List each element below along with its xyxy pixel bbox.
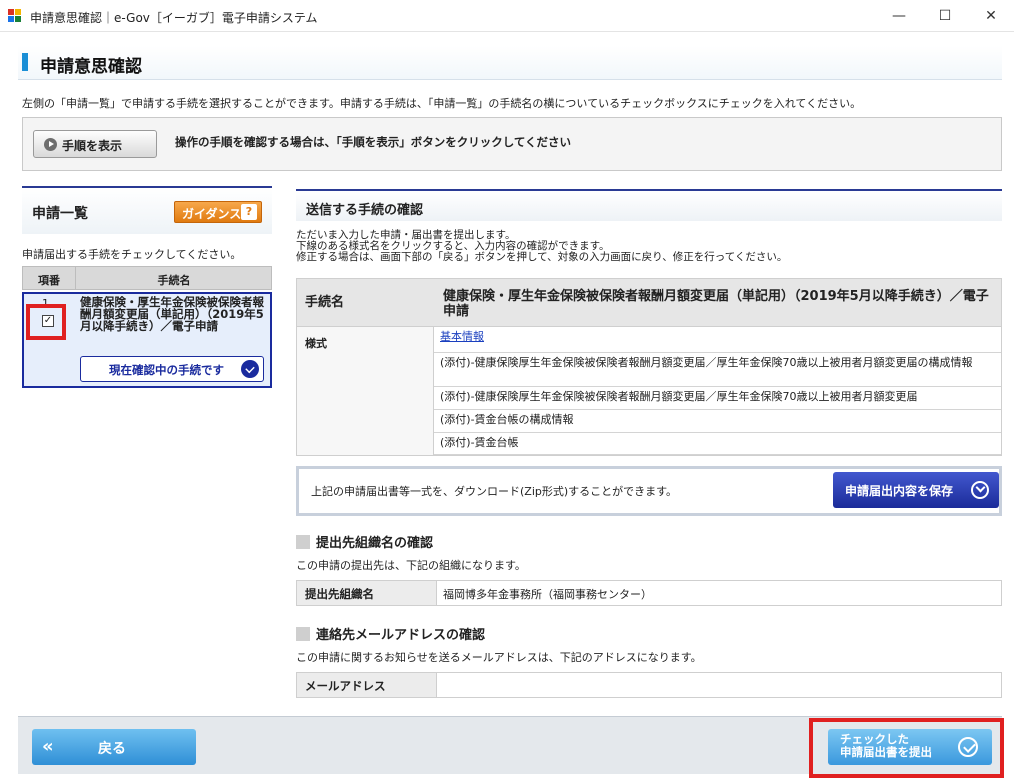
- basic-info-link[interactable]: 基本情報: [440, 330, 484, 343]
- email-heading: 連絡先メールアドレスの確認: [296, 624, 485, 643]
- form-item: 基本情報: [434, 327, 1001, 353]
- confirm-note: 修正する場合は、画面下部の「戻る」ボタンを押して、対象の入力画面に戻り、修正を行…: [296, 251, 788, 263]
- destination-heading: 提出先組織名の確認: [296, 532, 433, 551]
- save-application-button[interactable]: 申請届出内容を保存: [833, 472, 999, 508]
- heading-accent-mark: [22, 53, 28, 71]
- form-item: (添付)-賃金台帳: [434, 433, 1001, 455]
- confirm-section-title: 送信する手続の確認: [306, 203, 424, 218]
- form-item: (添付)-健康保険厚生年金保険被保険者報酬月額変更届／厚生年金保険70歳以上被用…: [434, 387, 1001, 410]
- destination-desc: この申請の提出先は、下記の組織になります。: [296, 559, 526, 572]
- help-icon: ?: [241, 204, 257, 220]
- application-list-instruction: 申請届出する手続をチェックしてください。: [22, 248, 242, 261]
- submit-highlight-frame: [809, 718, 1004, 778]
- email-key: メールアドレス: [297, 673, 437, 697]
- play-icon: [44, 138, 57, 151]
- window-title: 申請意思確認｜e-Gov［イーガブ］電子申請システム: [30, 11, 318, 25]
- confirm-section-header: 送信する手続の確認: [296, 189, 1002, 221]
- form-label: 様式: [305, 337, 327, 350]
- form-item: (添付)-賃金台帳の構成情報: [434, 410, 1001, 433]
- current-procedure-button[interactable]: 現在確認中の手続です: [80, 356, 264, 382]
- section-square-icon: [296, 535, 310, 549]
- destination-table: 提出先組織名 福岡博多年金事務所（福岡事務センター）: [296, 580, 1002, 606]
- checkbox-highlight-frame: [26, 304, 66, 340]
- guidance-button[interactable]: ガイダンス ?: [174, 201, 262, 223]
- email-heading-text: 連絡先メールアドレスの確認: [316, 628, 486, 643]
- email-table: メールアドレス: [296, 672, 1002, 698]
- section-square-icon: [296, 627, 310, 641]
- download-box: 上記の申請届出書等一式を、ダウンロード(Zip形式)することができます。 申請届…: [296, 466, 1002, 516]
- procedure-table: 手続名 健康保険・厚生年金保険被保険者報酬月額変更届（単記用）（2019年5月以…: [296, 278, 1002, 456]
- app-icon: [8, 9, 22, 23]
- save-application-label: 申請届出内容を保存: [845, 484, 954, 498]
- close-button[interactable]: ✕: [968, 0, 1014, 32]
- current-procedure-label: 現在確認中の手続です: [109, 363, 224, 377]
- procedure-name-row: 手続名 健康保険・厚生年金保険被保険者報酬月額変更届（単記用）（2019年5月以…: [297, 279, 1001, 327]
- show-steps-button[interactable]: 手順を表示: [33, 130, 157, 158]
- maximize-button[interactable]: ☐: [922, 0, 968, 32]
- guidance-label: ガイダンス: [182, 207, 242, 221]
- application-list-header: 申請一覧 ガイダンス ?: [22, 186, 272, 234]
- email-desc: この申請に関するお知らせを送るメールアドレスは、下記のアドレスになります。: [296, 651, 702, 664]
- page-heading-bar: 申請意思確認: [18, 46, 1002, 80]
- window-titlebar: 申請意思確認｜e-Gov［イーガブ］電子申請システム — ☐ ✕: [0, 0, 1014, 32]
- form-item: (添付)-健康保険厚生年金保険被保険者報酬月額変更届／厚生年金保険70歳以上被用…: [434, 353, 1001, 387]
- howto-box: 手順を表示 操作の手順を確認する場合は、「手順を表示」ボタンをクリックしてくださ…: [22, 117, 1002, 171]
- back-button[interactable]: « 戻る: [32, 729, 196, 765]
- double-chevron-left-icon: «: [42, 736, 54, 757]
- procedure-name: 健康保険・厚生年金保険被保険者報酬月額変更届（単記用）（2019年5月以降手続き…: [80, 295, 264, 333]
- download-icon: [971, 481, 989, 499]
- back-label: 戻る: [98, 741, 126, 757]
- minimize-button[interactable]: —: [876, 0, 922, 32]
- howto-instruction: 操作の手順を確認する場合は、「手順を表示」ボタンをクリックしてください: [175, 135, 572, 149]
- destination-key: 提出先組織名: [297, 581, 437, 605]
- confirm-notes: ただいま入力した申請・届出書を提出します。 下線のある様式名をクリックすると、入…: [296, 230, 787, 263]
- application-list-title: 申請一覧: [32, 206, 88, 222]
- procedure-name-label: 手続名: [305, 295, 345, 310]
- show-steps-label: 手順を表示: [62, 139, 123, 153]
- procedure-name-value: 健康保険・厚生年金保険被保険者報酬月額変更届（単記用）（2019年5月以降手続き…: [443, 289, 989, 319]
- chevron-icon: [241, 360, 259, 378]
- col-num-header: 項番: [38, 274, 60, 287]
- intro-text: 左側の「申請一覧」で申請する手続を選択することができます。申請する手続は、「申請…: [22, 97, 862, 110]
- col-name-header: 手続名: [157, 274, 191, 287]
- destination-heading-text: 提出先組織名の確認: [316, 536, 434, 551]
- page-title: 申請意思確認: [40, 57, 142, 77]
- application-list-table-header: 項番 手続名: [22, 266, 272, 290]
- download-text: 上記の申請届出書等一式を、ダウンロード(Zip形式)することができます。: [311, 485, 678, 498]
- destination-value: 福岡博多年金事務所（福岡事務センター）: [443, 588, 652, 601]
